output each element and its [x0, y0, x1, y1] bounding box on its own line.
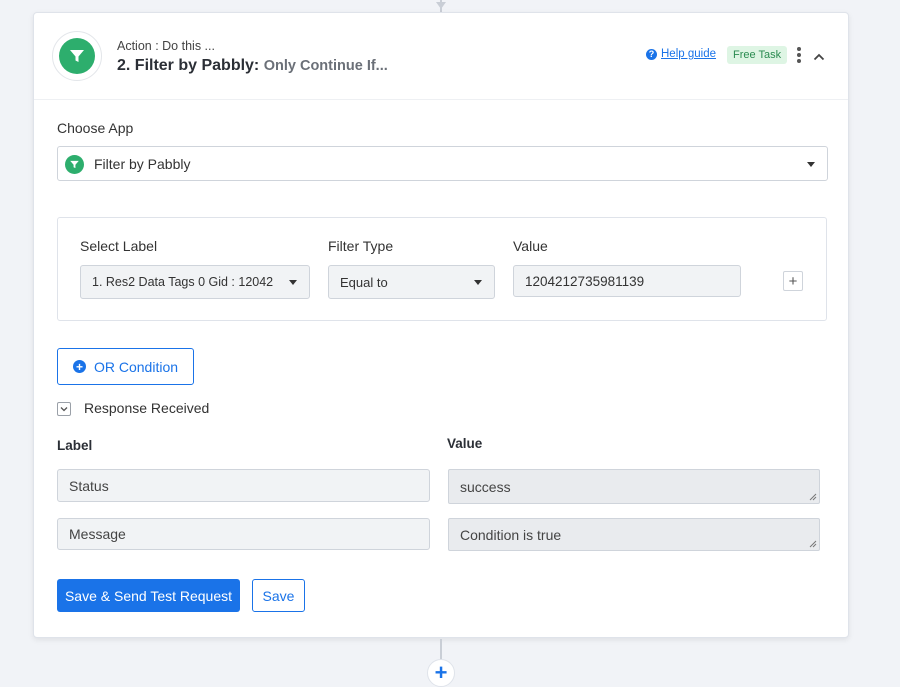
filter-type-heading: Filter Type [328, 238, 394, 254]
chevron-up-icon[interactable] [813, 50, 825, 62]
step-header[interactable]: Action : Do this ... 2. Filter by Pabbly… [34, 13, 848, 100]
add-step-icon[interactable]: + [427, 659, 455, 687]
response-value-text: success [460, 478, 511, 495]
response-label-field: Status [57, 469, 430, 502]
app-badge [52, 31, 102, 81]
response-value-field[interactable]: Condition is true [448, 518, 820, 551]
free-task-badge: Free Task [727, 46, 788, 64]
response-value-text: Condition is true [460, 526, 562, 543]
add-condition-icon[interactable]: + [783, 271, 803, 291]
more-options-icon[interactable] [794, 46, 804, 64]
value-heading: Value [513, 238, 548, 254]
step-title-sub: Only Continue If... [263, 58, 388, 74]
response-value-field[interactable]: success [448, 469, 820, 504]
choose-app-label: Choose App [57, 120, 134, 136]
response-label-field: Message [57, 518, 430, 550]
caret-down-icon [807, 161, 815, 167]
select-label-dropdown[interactable]: 1. Res2 Data Tags 0 Gid : 12042 [80, 265, 310, 299]
caret-down-icon [474, 280, 482, 285]
resize-grip-icon[interactable] [809, 540, 817, 548]
filter-type-dropdown[interactable]: Equal to [328, 265, 495, 299]
step-title: 2. Filter by Pabbly: Only Continue If... [117, 57, 388, 75]
select-label-value: 1. Res2 Data Tags 0 Gid : 12042 [92, 275, 274, 289]
plus-circle-icon: + [72, 360, 86, 373]
or-condition-button[interactable]: + OR Condition [57, 348, 194, 385]
filter-icon [65, 155, 84, 174]
select-label-heading: Select Label [80, 238, 158, 254]
connector-line-bottom [440, 639, 442, 661]
caret-down-icon [289, 280, 297, 285]
save-button[interactable]: Save [252, 579, 305, 612]
save-send-test-button[interactable]: Save & Send Test Request [57, 579, 240, 612]
choose-app-value: Filter by Pabbly [94, 155, 191, 172]
filter-icon [59, 38, 95, 74]
step-title-main: 2. Filter by Pabbly: [117, 57, 260, 74]
action-subtitle: Action : Do this ... [117, 39, 215, 53]
filter-type-value: Equal to [340, 274, 388, 290]
action-step-card: Action : Do this ... 2. Filter by Pabbly… [33, 12, 849, 638]
response-label-heading: Label [57, 438, 93, 453]
help-guide-link[interactable]: ? Help guide [646, 48, 716, 60]
question-icon: ? [646, 48, 657, 60]
choose-app-select[interactable]: Filter by Pabbly [57, 146, 828, 181]
help-guide-label: Help guide [661, 48, 716, 60]
connector-arrow-icon [436, 2, 446, 9]
response-received-title: Response Received [84, 400, 210, 416]
filter-value-input[interactable]: 1204212735981139 [513, 265, 741, 297]
chevron-down-icon[interactable] [57, 402, 71, 416]
response-value-heading: Value [447, 436, 483, 451]
or-condition-label: OR Condition [93, 358, 179, 375]
resize-grip-icon[interactable] [809, 493, 817, 501]
